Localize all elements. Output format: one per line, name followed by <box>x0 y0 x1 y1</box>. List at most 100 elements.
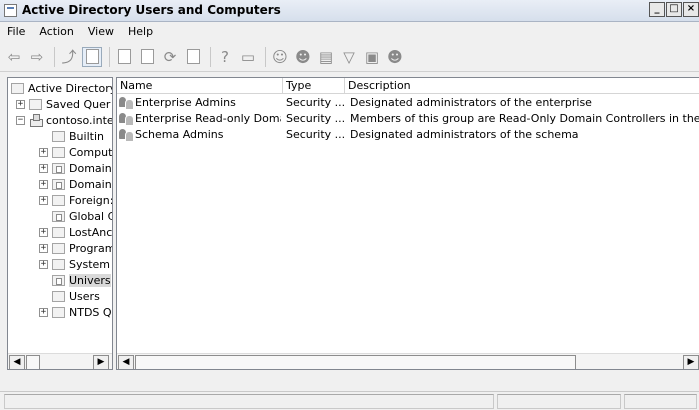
folder-icon <box>52 146 65 158</box>
cell-description: Designated administrators of the schema <box>350 128 579 141</box>
tree-item-ntds-quotas[interactable]: + NTDS Q <box>39 304 112 320</box>
console-tree[interactable]: Active Directory + Saved Quer − contoso.… <box>7 77 113 370</box>
tree-item-domain-controllers[interactable]: + Domain <box>39 160 112 176</box>
list-item[interactable]: Schema Admins Security ... Designated ad… <box>117 127 699 143</box>
expand-icon[interactable]: + <box>39 259 48 269</box>
ou-icon <box>52 210 65 222</box>
folder-icon <box>52 258 65 270</box>
copy-icon[interactable] <box>137 47 157 67</box>
expand-icon[interactable]: + <box>39 227 48 237</box>
tree-item-builtin[interactable]: Builtin <box>52 128 104 144</box>
cell-type: Security ... <box>286 96 344 109</box>
minimize-button[interactable]: _ <box>649 2 665 17</box>
filter-icon[interactable]: ▽ <box>339 47 359 67</box>
expand-icon[interactable]: + <box>39 179 48 189</box>
status-bar <box>0 391 699 410</box>
collapse-icon[interactable]: − <box>16 115 25 125</box>
export-icon[interactable] <box>183 47 203 67</box>
scroll-left-icon[interactable]: ◀ <box>118 355 134 369</box>
add-group-icon[interactable]: ☻ <box>293 47 313 67</box>
tree-item-computers[interactable]: + Comput <box>39 144 112 160</box>
refresh-icon[interactable]: ⟳ <box>160 47 180 67</box>
tree-item-label: Foreign: <box>69 193 113 207</box>
tree-item-domain[interactable]: − contoso.inte <box>16 112 113 128</box>
forward-icon[interactable]: ⇨ <box>27 47 47 67</box>
list-horizontal-scrollbar[interactable]: ◀ ▶ <box>117 353 699 369</box>
scroll-right-icon[interactable]: ▶ <box>683 355 699 369</box>
cell-type: Security ... <box>286 112 344 125</box>
help-icon[interactable]: ? <box>215 47 235 67</box>
find-icon[interactable]: ▣ <box>362 47 382 67</box>
tree-item-lost-and-found[interactable]: + LostAnc <box>39 224 112 240</box>
scroll-thumb[interactable] <box>26 355 40 369</box>
folder-icon <box>52 226 65 238</box>
up-icon[interactable]: ⤴ <box>59 47 79 67</box>
folder-icon <box>52 194 65 206</box>
tree-item-global[interactable]: Global C <box>52 208 113 224</box>
toolbar-separator <box>265 46 266 67</box>
group-name: Schema Admins <box>135 128 224 141</box>
show-tree-icon[interactable] <box>82 46 102 67</box>
add-user-icon[interactable]: ☺ <box>270 47 290 67</box>
tree-item-foreign-security[interactable]: + Foreign: <box>39 192 113 208</box>
close-button[interactable]: × <box>683 2 699 17</box>
tree-item-label: contoso.inte <box>46 113 113 127</box>
toolbar-separator <box>109 46 110 67</box>
expand-icon[interactable]: + <box>39 307 48 317</box>
cell-name: Enterprise Read-only Domai... <box>119 112 281 125</box>
tree-item-universal[interactable]: Univers <box>52 272 111 288</box>
expand-icon[interactable]: + <box>39 195 48 205</box>
tree-item-domain-users[interactable]: + Domain <box>39 176 112 192</box>
menu-help[interactable]: Help <box>121 22 160 42</box>
group-name: Enterprise Admins <box>135 96 236 109</box>
tree-item-system[interactable]: + System <box>39 256 110 272</box>
menu-view[interactable]: View <box>81 22 121 42</box>
menu-file[interactable]: File <box>0 22 32 42</box>
back-icon[interactable]: ⇦ <box>4 47 24 67</box>
column-header-description[interactable]: Description <box>345 78 699 94</box>
group-icon <box>119 96 134 109</box>
scroll-left-icon[interactable]: ◀ <box>9 355 25 369</box>
tree-item-label: Domain <box>69 161 112 175</box>
expand-icon[interactable]: + <box>39 243 48 253</box>
tree-item-label: NTDS Q <box>69 305 112 319</box>
scroll-right-icon[interactable]: ▶ <box>93 355 109 369</box>
list-item[interactable]: Enterprise Read-only Domai... Security .… <box>117 111 699 127</box>
scroll-thumb[interactable] <box>135 355 576 369</box>
tree-item-label: LostAnc <box>69 225 113 239</box>
column-header-type[interactable]: Type <box>283 78 345 94</box>
list-item[interactable]: Enterprise Admins Security ... Designate… <box>117 95 699 111</box>
expand-icon[interactable]: + <box>39 163 48 173</box>
properties-icon[interactable] <box>114 47 134 67</box>
tree-item-label: Saved Quer <box>46 97 111 111</box>
details-pane[interactable]: Name Type Description Enterprise Admins … <box>116 77 699 370</box>
expand-icon[interactable]: + <box>39 147 48 157</box>
status-pane-2 <box>497 394 621 409</box>
cell-type: Security ... <box>286 128 344 141</box>
cell-description: Members of this group are Read-Only Doma… <box>350 112 699 125</box>
cell-name: Enterprise Admins <box>119 96 281 109</box>
add-to-group-icon[interactable]: ☻ <box>385 47 405 67</box>
expand-icon[interactable]: + <box>16 99 25 109</box>
column-header-name[interactable]: Name <box>117 78 283 94</box>
folder-icon <box>52 306 65 318</box>
tree-item-label: Global C <box>69 209 113 223</box>
tree-item-program-data[interactable]: + Program <box>39 240 112 256</box>
tree-item-users[interactable]: Users <box>52 288 100 304</box>
cell-name: Schema Admins <box>119 128 281 141</box>
menu-bar: File Action View Help <box>0 22 699 42</box>
window-controls: _ □ × <box>648 2 699 17</box>
toolbar: ⇦ ⇨ ⤴ ⟳ ? ▭ ☺ ☻ ▤ ▽ ▣ ☻ <box>0 42 699 72</box>
tree-item-label: Builtin <box>69 129 104 143</box>
folder-icon <box>52 290 65 302</box>
console-icon[interactable]: ▭ <box>238 47 258 67</box>
tree-item-saved-queries[interactable]: + Saved Quer <box>16 96 110 112</box>
folder-icon <box>52 130 65 142</box>
menu-action[interactable]: Action <box>32 22 80 42</box>
add-ou-icon[interactable]: ▤ <box>316 47 336 67</box>
maximize-button[interactable]: □ <box>666 2 682 17</box>
ou-icon <box>52 162 65 174</box>
tree-root[interactable]: Active Directory <box>11 80 112 96</box>
tree-horizontal-scrollbar[interactable]: ◀ ▶ <box>8 353 112 369</box>
folder-icon <box>29 98 42 110</box>
